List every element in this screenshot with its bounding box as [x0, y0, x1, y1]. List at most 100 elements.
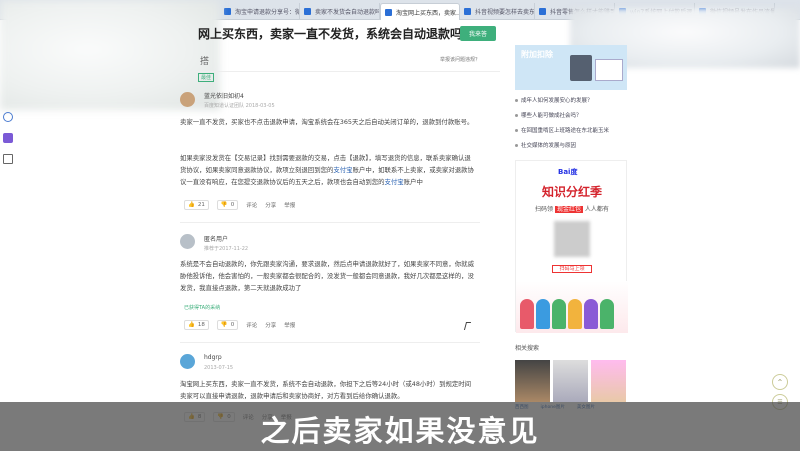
person-illustration — [600, 299, 614, 329]
promo-illustration — [516, 281, 628, 333]
comment-button[interactable]: 评论 — [246, 201, 257, 209]
answer-button[interactable]: 我来答 — [460, 26, 496, 41]
sidebar-link[interactable]: 哪些人能可做成社会吗？ — [515, 111, 635, 119]
share-button[interactable]: 分享 — [265, 201, 276, 209]
chat-icon[interactable] — [3, 112, 13, 122]
person-illustration — [584, 299, 598, 329]
browser-tab[interactable]: 淘宝申请退款分享号：微… — [220, 3, 300, 20]
dislike-count: 0 — [230, 202, 235, 208]
ad-title: 附加扣除 — [521, 50, 553, 59]
like-button[interactable]: 👍 18 — [184, 320, 209, 330]
calculator-icon — [570, 55, 592, 81]
avatar[interactable] — [180, 92, 195, 107]
tab-favicon-icon — [385, 8, 392, 16]
tab-favicon-icon — [224, 8, 231, 15]
tab-label: 淘宝申请退款分享号：微… — [235, 9, 300, 16]
qr-button[interactable]: 扫码马上领 — [552, 265, 592, 273]
avatar[interactable] — [180, 234, 195, 249]
tab-label: 卖家不发货会自动退款吗？ — [315, 9, 380, 16]
page-title: 网上买东西，卖家一直不发货，系统会自动退款吗 — [198, 27, 463, 41]
like-count: 18 — [197, 322, 205, 328]
qr-code — [554, 221, 590, 257]
thumb-down-icon: 👎 — [220, 322, 228, 328]
avatar[interactable] — [180, 354, 195, 369]
sidebar-link-label: 成年人如何发展安心的发展？ — [521, 98, 593, 104]
subtitle-text: 之后卖家如果没意见 — [260, 414, 540, 448]
tab-favicon-icon — [539, 8, 546, 15]
bullet-icon — [515, 129, 518, 132]
sidebar-ad[interactable]: 附加扣除 — [515, 45, 627, 90]
thumb-down-icon: 👎 — [220, 202, 228, 208]
divider — [180, 222, 480, 223]
report-button[interactable]: 举报 — [284, 321, 295, 329]
left-toolbar — [0, 112, 16, 175]
thumb-image[interactable] — [553, 360, 588, 402]
browser-tab[interactable]: 卖家不发货会自动退款吗？ — [300, 3, 380, 20]
accepted-note: 已获得TA的采纳 — [184, 305, 221, 311]
answer-text: 系统是不会自动退款的，你先跟卖家沟通，要求退款，然后点申请退款就好了，如果卖家不… — [180, 260, 474, 292]
bullet-icon — [515, 99, 518, 102]
thumb-up-icon: 👍 — [188, 202, 195, 208]
dislike-count: 0 — [230, 322, 235, 328]
promo-sub-post: 人人都有 — [584, 206, 609, 213]
username[interactable]: hdgrp — [204, 354, 222, 361]
answers-header-bar: 搭 举报该问题违规？ — [180, 50, 500, 72]
thumb-image[interactable] — [591, 360, 626, 402]
username[interactable]: 蓝光依旧如初4 — [204, 91, 244, 100]
related-search-title: 相关搜索 — [515, 345, 540, 352]
thumb-image[interactable] — [515, 360, 550, 402]
video-subtitle-bar: 之后卖家如果没意见 — [0, 402, 800, 451]
answer-actions: 👍 18 👎 0 评论 分享 举报 — [184, 320, 295, 330]
promo-sub-pre: 扫码领 — [535, 206, 554, 213]
baidu-logo: Bai度 — [558, 168, 578, 176]
person-illustration — [520, 299, 534, 329]
share-button[interactable]: 分享 — [265, 321, 276, 329]
chart-icon — [595, 59, 623, 81]
promo-badge: 现金红包 — [554, 206, 583, 213]
sidebar-link[interactable]: 成年人如何发展安心的发展？ — [515, 96, 635, 104]
sidebar-link-label: 社交媒体的发展与原因 — [521, 143, 577, 149]
sidebar-link-label: 在回国重啃区上班路途在东北能玉米 — [521, 128, 610, 134]
divider — [180, 342, 480, 343]
report-question-link[interactable]: 举报该问题违规？ — [440, 56, 480, 63]
answer-meta: 2013-07-15 — [204, 365, 234, 371]
sidebar-links: 成年人如何发展安心的发展？ 哪些人能可做成社会吗？ 在回国重啃区上班路途在东北能玉米… — [515, 96, 635, 156]
answer-meta: 百度知道认证团队 2018-03-05 — [204, 103, 275, 109]
bookmark-icon[interactable] — [3, 133, 13, 143]
answer-text-1: 卖家一直不发货，买家也不点击退款申请，淘宝系统会在365天之后自动关闭订单的，退… — [180, 118, 474, 126]
scroll-top-icon[interactable]: ⌃ — [772, 374, 788, 390]
baidu-promo[interactable]: Bai度 知识分红季 扫码领 现金红包 人人都有 扫码马上领 — [515, 160, 628, 333]
sidebar-link[interactable]: 在回国重啃区上班路途在东北能玉米 — [515, 126, 635, 134]
sidebar-link[interactable]: 社交媒体的发展与原因 — [515, 141, 635, 149]
promo-title: 知识分红季 — [541, 185, 602, 199]
report-button[interactable]: 举报 — [284, 201, 295, 209]
bullet-icon — [515, 114, 518, 117]
answer-actions: 👍 21 👎 0 评论 分享 举报 — [184, 200, 295, 210]
answer-2: 匿名用户 推荐于2017-11-22 系统是不会自动退款的，你先跟卖家沟通，要求… — [180, 232, 480, 342]
promo-subtitle: 扫码领 现金红包 人人都有 — [516, 204, 628, 213]
person-illustration — [536, 299, 550, 329]
cart-icon[interactable] — [3, 154, 13, 164]
answer-meta: 推荐于2017-11-22 — [204, 246, 249, 252]
thumb-up-icon: 👍 — [188, 322, 195, 328]
answer-text-2: 如果卖家没发货在【交易记录】找到需要退款的交易，点击【退款】，填写退货的信息，联… — [180, 154, 474, 186]
person-illustration — [568, 299, 582, 329]
username: 匿名用户 — [204, 236, 229, 243]
answer-text: 淘宝网上买东西，卖家一直不发货，系统不会自动退款，你担下之后等24小时（或48小… — [180, 380, 472, 400]
browser-tab[interactable]: 淘宝网上买东西，卖家… — [380, 3, 460, 20]
comment-button[interactable]: 评论 — [246, 321, 257, 329]
tab-label: 抖音视频要怎样去卖东西？知… — [475, 9, 535, 16]
dislike-button[interactable]: 👎0 — [216, 320, 239, 330]
tab-label: 淘宝网上买东西，卖家… — [396, 9, 460, 17]
sidebar-link-label: 哪些人能可做成社会吗？ — [521, 113, 582, 119]
answers-header: 搭 — [200, 57, 210, 67]
bullet-icon — [515, 144, 518, 147]
like-count: 21 — [197, 202, 205, 208]
like-button[interactable]: 👍 21 — [184, 200, 209, 210]
person-illustration — [552, 299, 566, 329]
dislike-button[interactable]: 👎0 — [216, 200, 239, 210]
answer-1: 蓝光依旧如初4 百度知道认证团队 2018-03-05 卖家一直不发货，买家也不… — [180, 90, 480, 210]
best-answer-tag: 最佳 — [198, 73, 215, 82]
related-thumbs — [515, 360, 626, 402]
browser-tab[interactable]: 抖音视频要怎样去卖东西？知… — [460, 3, 535, 20]
